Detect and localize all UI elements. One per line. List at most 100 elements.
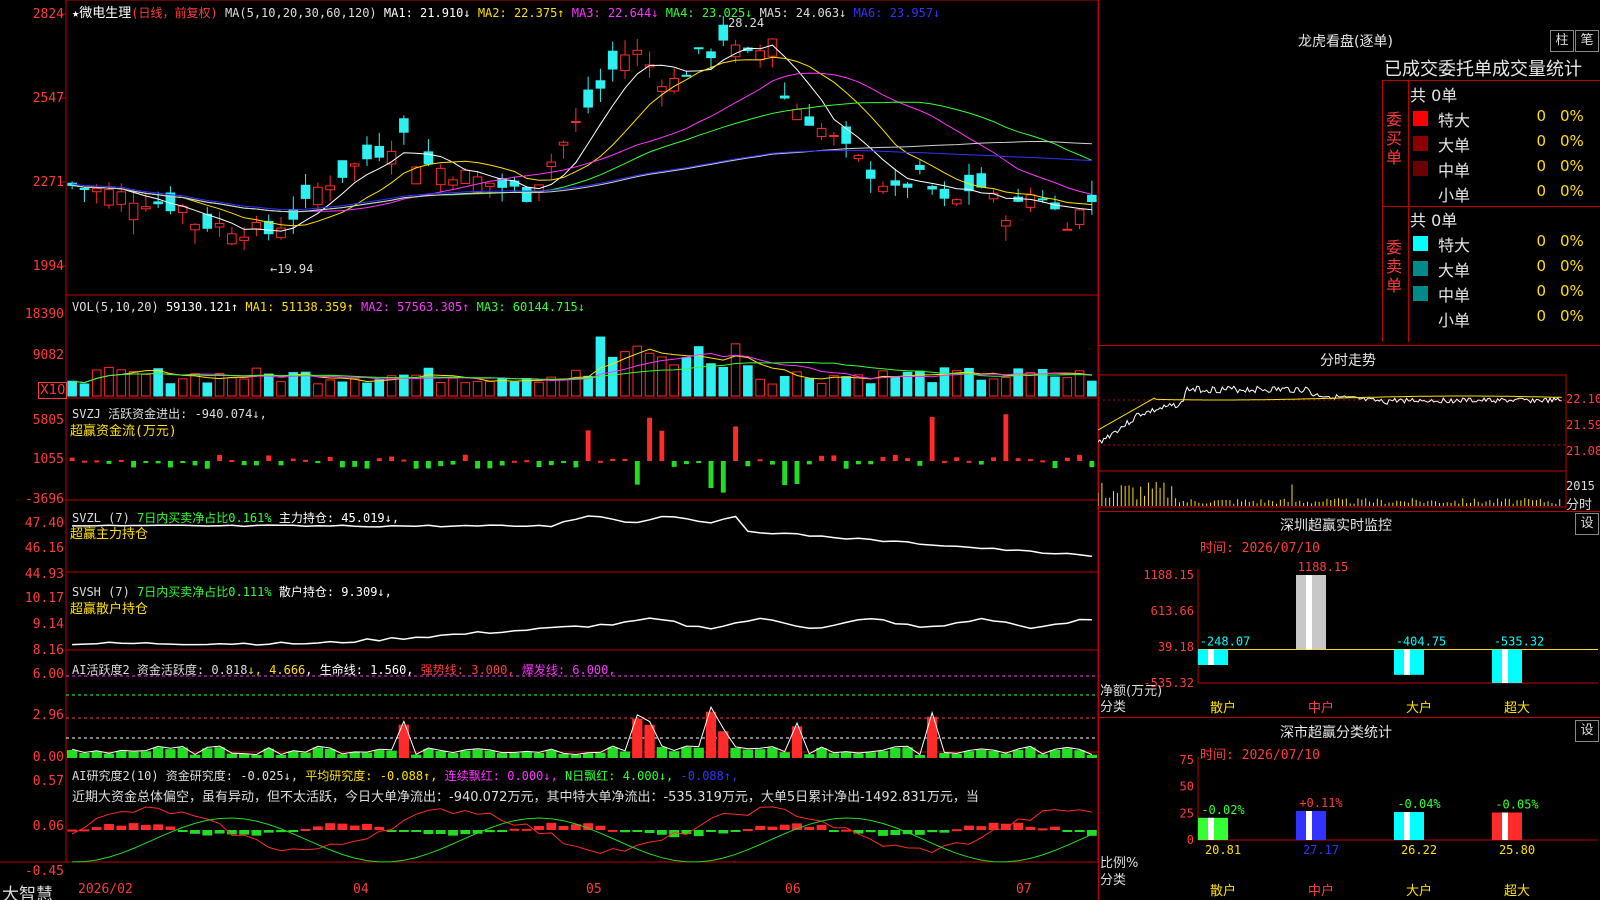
svzj-axis-label: -3696 xyxy=(24,492,64,507)
ai1-bar xyxy=(165,749,176,758)
ai2-bar xyxy=(67,829,78,832)
candle-body xyxy=(976,173,987,188)
ai2-bar xyxy=(558,825,569,830)
volume-bar xyxy=(91,369,102,397)
monitor-bar-chart[interactable]: 1188.15 613.66 39.18 -535.32 净额(万元)分类 -248.07… xyxy=(1098,555,1600,715)
classify-bar xyxy=(1296,811,1326,840)
volume-bar xyxy=(1050,376,1060,397)
svzj-bar xyxy=(769,461,775,465)
classify-category-label: 超大 xyxy=(1504,884,1530,899)
fenshi-axis-label: 22.10 xyxy=(1566,392,1600,406)
svzj-bar xyxy=(954,457,960,461)
classify-y-label: 比例% xyxy=(1100,856,1138,871)
fenshi-axis-label: 21.59 xyxy=(1566,418,1600,432)
monitor-x-label: 分类 xyxy=(1100,700,1126,715)
classify-axis-label: 50 xyxy=(1180,780,1194,794)
classify-axis-label: 25 xyxy=(1180,806,1194,820)
ai1-bar xyxy=(521,752,532,758)
svzj-bar xyxy=(1040,460,1046,463)
intraday-chart[interactable] xyxy=(1098,370,1568,510)
volume-bar xyxy=(829,375,839,397)
price-axis-label: 2547 xyxy=(32,91,64,106)
fenshi-title[interactable]: 分时走势 xyxy=(1320,350,1376,370)
svzj-bar xyxy=(327,456,333,461)
volume-bar xyxy=(804,378,815,397)
volume-bar xyxy=(927,382,937,397)
classify-bar-highlight xyxy=(1306,811,1312,840)
volume-bar xyxy=(362,382,372,397)
svzj-bar xyxy=(622,458,628,461)
buy-color-swatch xyxy=(1413,111,1428,126)
period-mode[interactable]: (日线，前复权) xyxy=(131,6,217,20)
ai2-bar xyxy=(816,824,827,830)
candle-body xyxy=(128,202,139,221)
volume-bar xyxy=(1087,380,1097,397)
ai1-bar xyxy=(152,747,164,758)
column-view-button[interactable]: 柱 xyxy=(1550,30,1574,52)
ai1-bar xyxy=(1012,749,1024,758)
buy-color-swatch xyxy=(1413,186,1428,201)
ai2-bar xyxy=(349,825,360,830)
date-label: 2026/02 xyxy=(78,882,133,897)
svzj-bar xyxy=(929,416,935,461)
buy-row-name: 中单 xyxy=(1438,161,1471,180)
ai2-bar xyxy=(804,826,815,830)
ai2-bar xyxy=(140,824,151,830)
ai2-bar xyxy=(890,830,901,836)
stroke-view-button[interactable]: 笔 xyxy=(1575,30,1599,52)
volume-bar xyxy=(190,373,200,397)
candle-body xyxy=(435,167,446,186)
ai1-bar xyxy=(742,749,754,758)
classify-title: 深市超赢分类统计 xyxy=(1280,725,1392,741)
svsh-polyline xyxy=(72,617,1092,646)
classify-value-label: 26.22 xyxy=(1401,843,1437,857)
monitor-title: 深圳超赢实时监控 xyxy=(1280,518,1392,534)
kline-chart-area[interactable] xyxy=(0,0,1100,900)
ai2-bar xyxy=(214,830,225,834)
candle-body xyxy=(202,213,213,229)
ai1-bar xyxy=(730,747,741,758)
svzj-bar xyxy=(597,460,603,463)
ai1-header: AI活跃度2 资金活跃度: 0.818↓, 4.666, 生命线: 1.560,… xyxy=(72,661,616,678)
svzj-bar xyxy=(868,461,874,465)
ai2-bar xyxy=(448,830,458,836)
ai1-bar xyxy=(976,749,987,758)
volume-bar xyxy=(534,381,544,397)
candle-body xyxy=(706,51,716,59)
ai2-bar xyxy=(411,830,422,832)
ai2-bar xyxy=(620,830,630,833)
svzj-bar xyxy=(757,459,763,462)
candle-body xyxy=(755,50,765,61)
ai2-header: AI研究度2(10) 资金研究度: -0.025↓, 平均研究度: -0.088… xyxy=(72,767,738,784)
ai1-bar xyxy=(1062,748,1073,758)
sell-row-name: 特大 xyxy=(1438,236,1471,255)
date-label: 07 xyxy=(1016,882,1032,897)
svzj-bar xyxy=(573,461,579,468)
volume-bar xyxy=(841,376,851,397)
svzj-bar xyxy=(389,456,395,461)
volume-bar xyxy=(141,373,151,397)
monitor-settings-button[interactable]: 设 xyxy=(1575,513,1599,535)
ai1-bar xyxy=(386,750,397,758)
intraday-price-line xyxy=(1098,385,1562,445)
svzj-bar xyxy=(475,461,481,469)
candle-body xyxy=(214,222,225,228)
lhb-col-divider xyxy=(1408,80,1409,342)
volume-bar xyxy=(718,366,729,397)
fenshi-axis-label: 21.08 xyxy=(1566,444,1600,458)
ai2-bar xyxy=(521,828,532,831)
svzj-bar xyxy=(806,461,812,465)
ai2-bar xyxy=(534,825,544,830)
ai1-bar xyxy=(116,751,127,758)
svzj-bar xyxy=(819,455,825,461)
candle-body xyxy=(558,141,569,146)
ai2-bar xyxy=(104,824,114,830)
ai2-bar xyxy=(312,826,323,830)
classify-settings-button[interactable]: 设 xyxy=(1575,720,1599,742)
ai1-v2: ↓, 4.666 xyxy=(247,663,306,677)
volume-bar xyxy=(251,367,262,397)
candles xyxy=(67,16,1097,251)
sell-order-label: 委卖单 xyxy=(1386,238,1403,295)
classify-bar-chart[interactable]: 75 50 25 0 比例% 分类 -0.02% 20.81 散户 +0.11% 27.17 中户 -0… xyxy=(1098,755,1600,900)
volume-bar xyxy=(681,357,692,397)
